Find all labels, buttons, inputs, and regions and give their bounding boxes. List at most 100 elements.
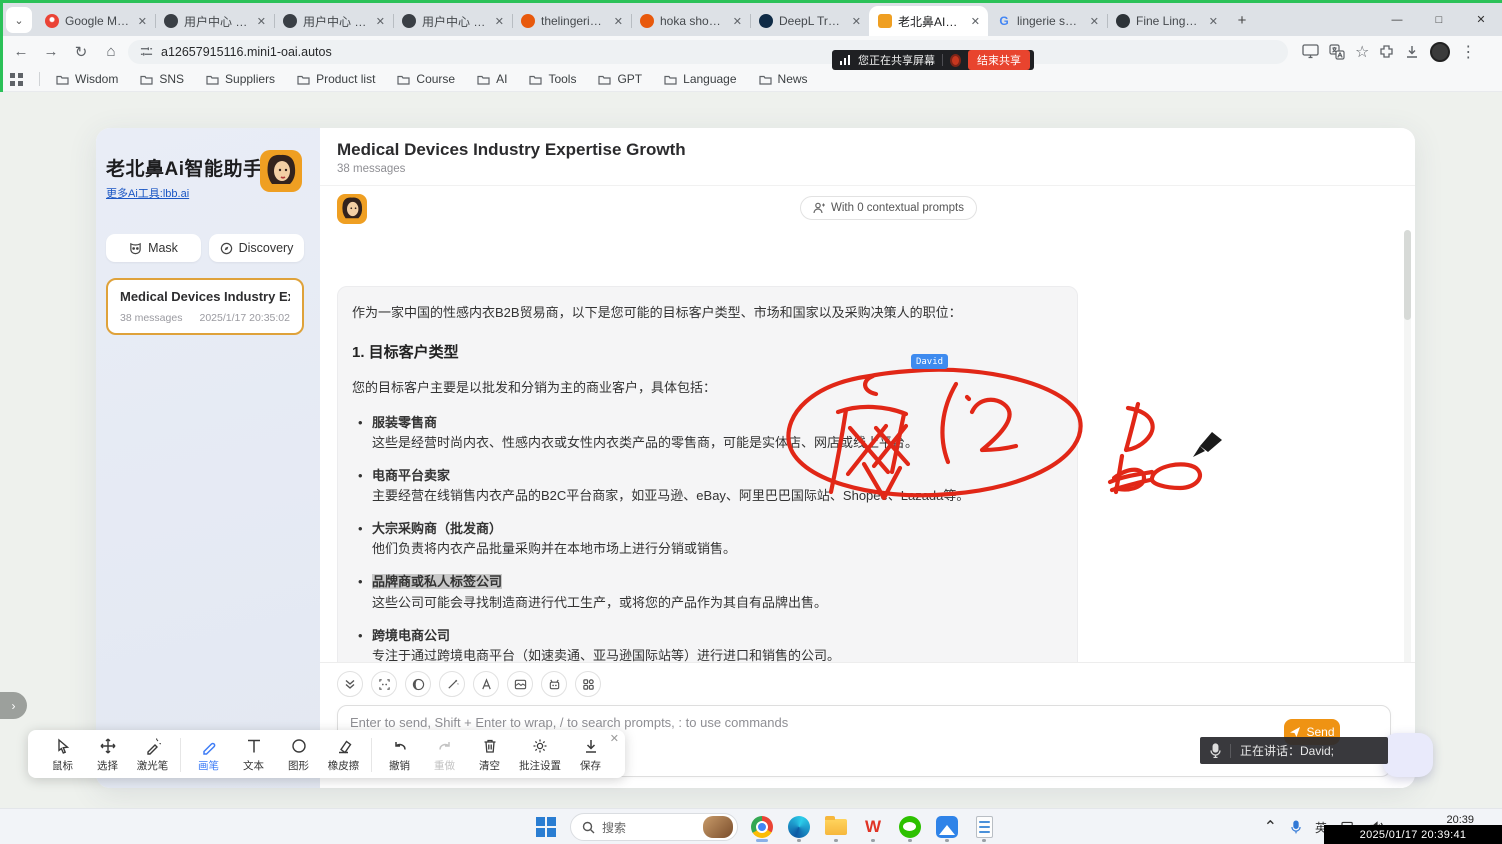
tray-microphone-icon[interactable] bbox=[1291, 820, 1301, 834]
panel-collapse-toggle[interactable]: › bbox=[0, 692, 27, 719]
site-settings-icon[interactable] bbox=[140, 45, 153, 58]
bookmark-course[interactable]: Course bbox=[397, 72, 455, 86]
mask-button[interactable]: Mask bbox=[106, 234, 201, 262]
taskbar-explorer[interactable] bbox=[823, 812, 849, 842]
tool-mouse[interactable]: 鼠标 bbox=[40, 737, 85, 773]
tab-close-icon[interactable]: ✕ bbox=[374, 15, 387, 28]
bookmark-wisdom[interactable]: Wisdom bbox=[56, 72, 118, 86]
tool-laser[interactable]: 激光笔 bbox=[130, 737, 175, 773]
sidebar: 老北鼻Ai智能助手 更多Ai工具:lbb.ai Mask Discovery M… bbox=[96, 128, 320, 788]
close-icon[interactable]: ✕ bbox=[610, 732, 619, 745]
tray-expand-chevron[interactable]: ⌃ bbox=[1264, 817, 1277, 837]
image-button[interactable] bbox=[507, 671, 533, 697]
bookmark-news[interactable]: News bbox=[759, 72, 808, 86]
tab-user-center-1[interactable]: 用户中心 - 首页 ✕ bbox=[155, 6, 274, 36]
taskbar-chrome[interactable] bbox=[749, 812, 775, 842]
assistant-avatar bbox=[337, 194, 367, 224]
tab-close-icon[interactable]: ✕ bbox=[612, 15, 625, 28]
window-controls: — □ ✕ bbox=[1376, 3, 1502, 36]
user-center-favicon-icon bbox=[164, 14, 178, 28]
bookmark-ai[interactable]: AI bbox=[477, 72, 507, 86]
bookmark-product-list[interactable]: Product list bbox=[297, 72, 375, 86]
tab-user-center-2[interactable]: 用户中心 - 首页 ✕ bbox=[274, 6, 393, 36]
theme-button[interactable] bbox=[405, 671, 431, 697]
tab-deepl[interactable]: DeepL Translate ✕ bbox=[750, 6, 869, 36]
tool-clear[interactable]: 清空 bbox=[467, 737, 512, 773]
menu-kebab-icon[interactable]: ⋮ bbox=[1460, 42, 1476, 62]
download-icon[interactable] bbox=[1404, 44, 1420, 60]
tab-close-icon[interactable]: ✕ bbox=[850, 15, 863, 28]
tool-shape[interactable]: 图形 bbox=[276, 737, 321, 773]
tab-close-icon[interactable]: ✕ bbox=[493, 15, 506, 28]
browser-tab-strip: ⌄ Google Maps ✕ 用户中心 - 首页 ✕ 用户中心 - 首页 ✕ … bbox=[0, 3, 1502, 36]
taskbar-blue-app[interactable] bbox=[934, 812, 960, 842]
font-settings-button[interactable] bbox=[473, 671, 499, 697]
maximize-button[interactable]: □ bbox=[1418, 3, 1460, 36]
taskbar-notes[interactable] bbox=[971, 812, 997, 842]
tool-save[interactable]: 保存 bbox=[568, 737, 613, 773]
tab-user-center-3[interactable]: 用户中心 - 首页 ✕ bbox=[393, 6, 512, 36]
bookmark-sns[interactable]: SNS bbox=[140, 72, 184, 86]
forward-button[interactable]: → bbox=[38, 39, 64, 65]
apps-grid-icon[interactable] bbox=[10, 73, 23, 86]
bookmark-suppliers[interactable]: Suppliers bbox=[206, 72, 275, 86]
chat-list-item[interactable]: Medical Devices Industry Exp... 38 messa… bbox=[106, 278, 304, 335]
tool-undo[interactable]: 撤销 bbox=[377, 737, 422, 773]
tab-hoka-shoes[interactable]: hoka shoes: Ove ✕ bbox=[631, 6, 750, 36]
address-bar[interactable]: a12657915116.mini1-oai.autos bbox=[128, 40, 1288, 64]
taskbar-search[interactable]: 搜索 bbox=[570, 813, 738, 841]
tab-fine-lingerie[interactable]: Fine Lingerie, Sle ✕ bbox=[1107, 6, 1226, 36]
tab-search-button[interactable]: ⌄ bbox=[6, 7, 32, 33]
chat-item-count: 38 messages bbox=[120, 312, 182, 324]
emotion-button[interactable] bbox=[371, 671, 397, 697]
start-button[interactable] bbox=[533, 812, 559, 842]
floating-assistant-widget[interactable] bbox=[1383, 733, 1433, 777]
scroll-to-bottom-button[interactable] bbox=[337, 671, 363, 697]
tab-close-icon[interactable]: ✕ bbox=[1207, 15, 1220, 28]
home-button[interactable]: ⌂ bbox=[98, 39, 124, 65]
tab-close-icon[interactable]: ✕ bbox=[731, 15, 744, 28]
taskbar-edge[interactable] bbox=[786, 812, 812, 842]
tab-thelingerieshop[interactable]: thelingerieshop ✕ bbox=[512, 6, 631, 36]
chat-scrollbar-thumb[interactable] bbox=[1404, 230, 1411, 320]
prompt-wand-button[interactable] bbox=[439, 671, 465, 697]
discovery-button[interactable]: Discovery bbox=[209, 234, 304, 262]
bookmark-gpt[interactable]: GPT bbox=[598, 72, 642, 86]
plugins-grid-button[interactable] bbox=[575, 671, 601, 697]
tool-settings[interactable]: 批注设置 bbox=[512, 737, 568, 773]
taskbar-wechat[interactable] bbox=[897, 812, 923, 842]
translate-icon[interactable] bbox=[1329, 44, 1345, 60]
more-tools-link[interactable]: 更多Ai工具:lbb.ai bbox=[106, 185, 189, 201]
tab-close-icon[interactable]: ✕ bbox=[969, 15, 982, 28]
new-tab-button[interactable]: + bbox=[1230, 8, 1254, 32]
tool-pen-active[interactable]: 画笔 bbox=[186, 737, 231, 773]
tool-select[interactable]: 选择 bbox=[85, 737, 130, 773]
cast-icon[interactable] bbox=[1302, 44, 1319, 59]
profile-avatar[interactable] bbox=[1430, 42, 1450, 62]
taskbar-wps[interactable]: W bbox=[860, 812, 886, 842]
reload-button[interactable]: ↻ bbox=[68, 39, 94, 65]
url-text[interactable]: a12657915116.mini1-oai.autos bbox=[161, 45, 332, 59]
tool-eraser[interactable]: 橡皮擦 bbox=[321, 737, 366, 773]
tool-redo[interactable]: 重做 bbox=[422, 737, 467, 773]
contextual-prompts-button[interactable]: With 0 contextual prompts bbox=[800, 196, 977, 220]
search-highlight-image[interactable] bbox=[703, 816, 733, 838]
tab-close-icon[interactable]: ✕ bbox=[136, 15, 149, 28]
extensions-icon[interactable] bbox=[1379, 44, 1394, 59]
stop-sharing-button[interactable]: 结束共享 bbox=[968, 50, 1030, 70]
tab-lingerie-shop[interactable]: G lingerie shop - G ✕ bbox=[988, 6, 1107, 36]
tab-laobeibi-active[interactable]: 老北鼻AI智能助手 ✕ bbox=[869, 6, 988, 36]
robot-button[interactable] bbox=[541, 671, 567, 697]
close-button[interactable]: ✕ bbox=[1460, 3, 1502, 36]
back-button[interactable]: ← bbox=[8, 39, 34, 65]
minimize-button[interactable]: — bbox=[1376, 3, 1418, 36]
bookmark-language[interactable]: Language bbox=[664, 72, 736, 86]
tool-text[interactable]: 文本 bbox=[231, 737, 276, 773]
tab-google-maps[interactable]: Google Maps ✕ bbox=[36, 6, 155, 36]
bookmark-tools[interactable]: Tools bbox=[529, 72, 576, 86]
bookmark-star-icon[interactable]: ☆ bbox=[1355, 42, 1369, 62]
tab-close-icon[interactable]: ✕ bbox=[1088, 15, 1101, 28]
tab-label: Google Maps bbox=[65, 14, 130, 28]
compass-icon bbox=[220, 242, 233, 255]
tab-close-icon[interactable]: ✕ bbox=[255, 15, 268, 28]
